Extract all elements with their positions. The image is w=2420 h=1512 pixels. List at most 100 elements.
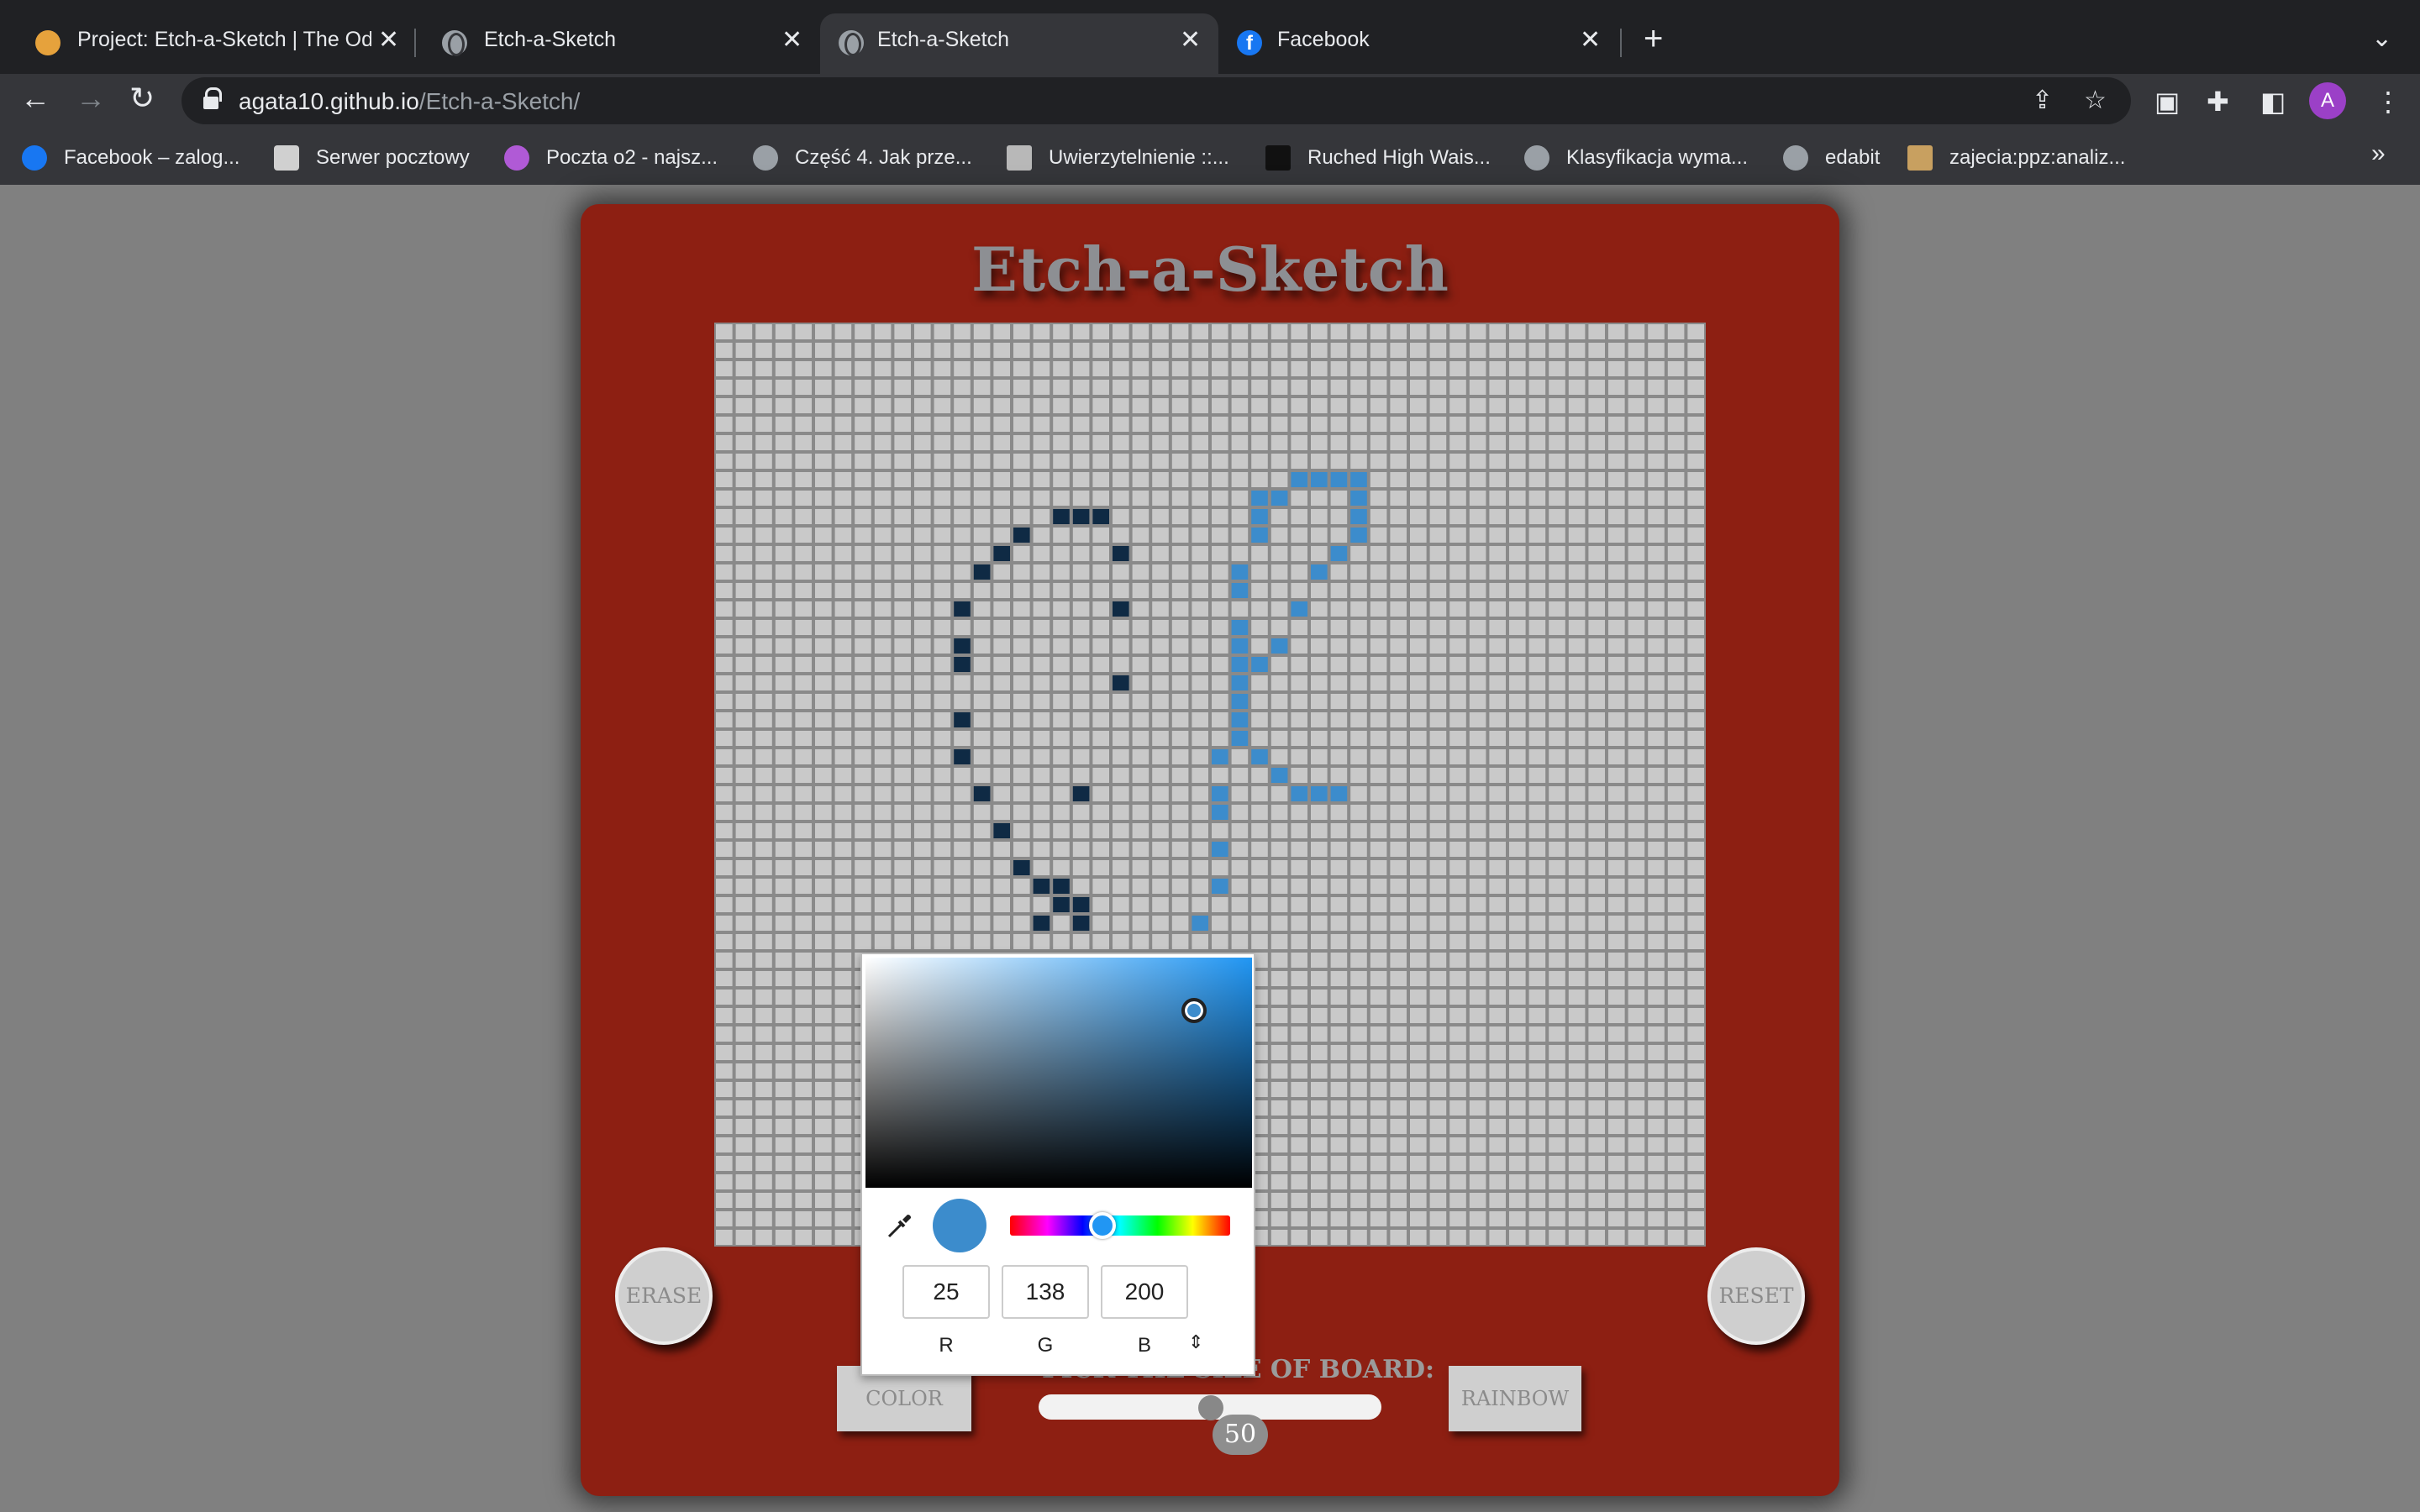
grid-cell[interactable]	[954, 731, 971, 746]
grid-cell[interactable]	[1390, 879, 1407, 894]
grid-cell[interactable]	[755, 749, 772, 764]
grid-cell[interactable]	[1628, 712, 1645, 727]
grid-cell[interactable]	[1509, 879, 1526, 894]
grid-cell[interactable]	[1330, 971, 1348, 986]
grid-cell[interactable]	[874, 860, 892, 875]
grid-cell[interactable]	[1628, 417, 1645, 432]
grid-cell[interactable]	[1509, 1026, 1526, 1042]
grid-cell[interactable]	[1270, 1063, 1288, 1079]
grid-cell[interactable]	[1013, 934, 1030, 949]
grid-cell[interactable]	[1489, 842, 1506, 857]
bookmark-ruched-high-waist[interactable]: Ruched High Wais...	[1265, 144, 1491, 171]
grid-cell[interactable]	[1628, 324, 1645, 339]
grid-cell[interactable]	[795, 454, 812, 469]
grid-cell[interactable]	[1410, 1137, 1427, 1152]
grid-cell[interactable]	[1687, 842, 1704, 857]
grid-cell[interactable]	[1588, 564, 1605, 580]
grid-cell[interactable]	[855, 786, 871, 801]
grid-cell[interactable]	[1528, 509, 1546, 524]
grid-cell[interactable]	[1489, 564, 1506, 580]
grid-cell[interactable]	[775, 417, 792, 432]
grid-cell[interactable]	[1648, 953, 1665, 968]
grid-cell[interactable]	[755, 1156, 772, 1171]
grid-cell[interactable]	[1469, 435, 1486, 450]
grid-cell[interactable]	[1350, 454, 1367, 469]
grid-cell[interactable]	[1192, 564, 1208, 580]
grid-cell[interactable]	[855, 435, 871, 450]
grid-cell[interactable]	[735, 749, 753, 764]
grid-cell[interactable]	[1033, 417, 1050, 432]
grid-cell[interactable]	[1013, 417, 1030, 432]
grid-cell[interactable]	[934, 934, 951, 949]
grid-cell[interactable]	[1667, 657, 1685, 672]
grid-cell[interactable]	[834, 435, 852, 450]
grid-cell[interactable]	[1152, 694, 1169, 709]
grid-cell[interactable]	[1270, 620, 1288, 635]
grid-cell[interactable]	[894, 454, 911, 469]
grid-cell[interactable]	[775, 971, 792, 986]
grid-cell[interactable]	[755, 971, 772, 986]
grid-cell[interactable]	[1608, 971, 1625, 986]
grid-cell[interactable]	[1072, 546, 1090, 561]
grid-cell[interactable]	[1410, 805, 1427, 820]
grid-cell[interactable]	[795, 638, 812, 654]
grid-cell[interactable]	[1549, 435, 1565, 450]
grid-cell[interactable]	[716, 897, 733, 912]
grid-cell[interactable]	[914, 435, 931, 450]
grid-cell[interactable]	[834, 953, 852, 968]
grid-cell[interactable]	[735, 472, 753, 487]
grid-cell[interactable]	[1152, 916, 1169, 931]
grid-cell[interactable]	[1469, 842, 1486, 857]
grid-cell[interactable]	[1608, 768, 1625, 783]
grid-cell[interactable]	[1489, 786, 1506, 801]
grid-cell[interactable]	[1449, 491, 1466, 506]
painted-cell[interactable]	[1270, 491, 1288, 506]
grid-cell[interactable]	[755, 823, 772, 838]
grid-cell[interactable]	[716, 361, 733, 376]
grid-cell[interactable]	[855, 583, 871, 598]
grid-cell[interactable]	[1251, 786, 1268, 801]
grid-cell[interactable]	[1628, 638, 1645, 654]
grid-cell[interactable]	[1648, 454, 1665, 469]
grid-cell[interactable]	[735, 528, 753, 543]
grid-cell[interactable]	[1013, 380, 1030, 395]
grid-cell[interactable]	[1092, 620, 1109, 635]
grid-cell[interactable]	[834, 712, 852, 727]
grid-cell[interactable]	[1489, 343, 1506, 358]
grid-cell[interactable]	[1132, 472, 1150, 487]
grid-cell[interactable]	[1568, 953, 1586, 968]
grid-cell[interactable]	[894, 564, 911, 580]
grid-cell[interactable]	[1469, 990, 1486, 1005]
grid-cell[interactable]	[1509, 1193, 1526, 1208]
grid-cell[interactable]	[1588, 1008, 1605, 1023]
grid-cell[interactable]	[874, 897, 892, 912]
grid-cell[interactable]	[1311, 879, 1328, 894]
grid-cell[interactable]	[1648, 1045, 1665, 1060]
grid-cell[interactable]	[1568, 879, 1586, 894]
grid-cell[interactable]	[1270, 343, 1288, 358]
grid-cell[interactable]	[954, 675, 971, 690]
grid-cell[interactable]	[1370, 1082, 1387, 1097]
grid-cell[interactable]	[1330, 842, 1348, 857]
grid-cell[interactable]	[1549, 583, 1565, 598]
grid-cell[interactable]	[1092, 842, 1109, 857]
grid-cell[interactable]	[775, 564, 792, 580]
grid-cell[interactable]	[1549, 1137, 1565, 1152]
grid-cell[interactable]	[874, 361, 892, 376]
grid-cell[interactable]	[716, 694, 733, 709]
grid-cell[interactable]	[1291, 638, 1307, 654]
grid-cell[interactable]	[1687, 1174, 1704, 1189]
grid-cell[interactable]	[1489, 712, 1506, 727]
rainbow-button[interactable]: RAINBOW	[1449, 1366, 1581, 1431]
grid-cell[interactable]	[1072, 601, 1090, 617]
grid-cell[interactable]	[1687, 638, 1704, 654]
grid-cell[interactable]	[1370, 990, 1387, 1005]
painted-cell[interactable]	[1251, 749, 1268, 764]
grid-cell[interactable]	[795, 343, 812, 358]
grid-cell[interactable]	[1429, 694, 1447, 709]
grid-cell[interactable]	[954, 564, 971, 580]
grid-cell[interactable]	[834, 823, 852, 838]
grid-cell[interactable]	[1132, 343, 1150, 358]
grid-cell[interactable]	[1528, 860, 1546, 875]
grid-cell[interactable]	[1330, 435, 1348, 450]
